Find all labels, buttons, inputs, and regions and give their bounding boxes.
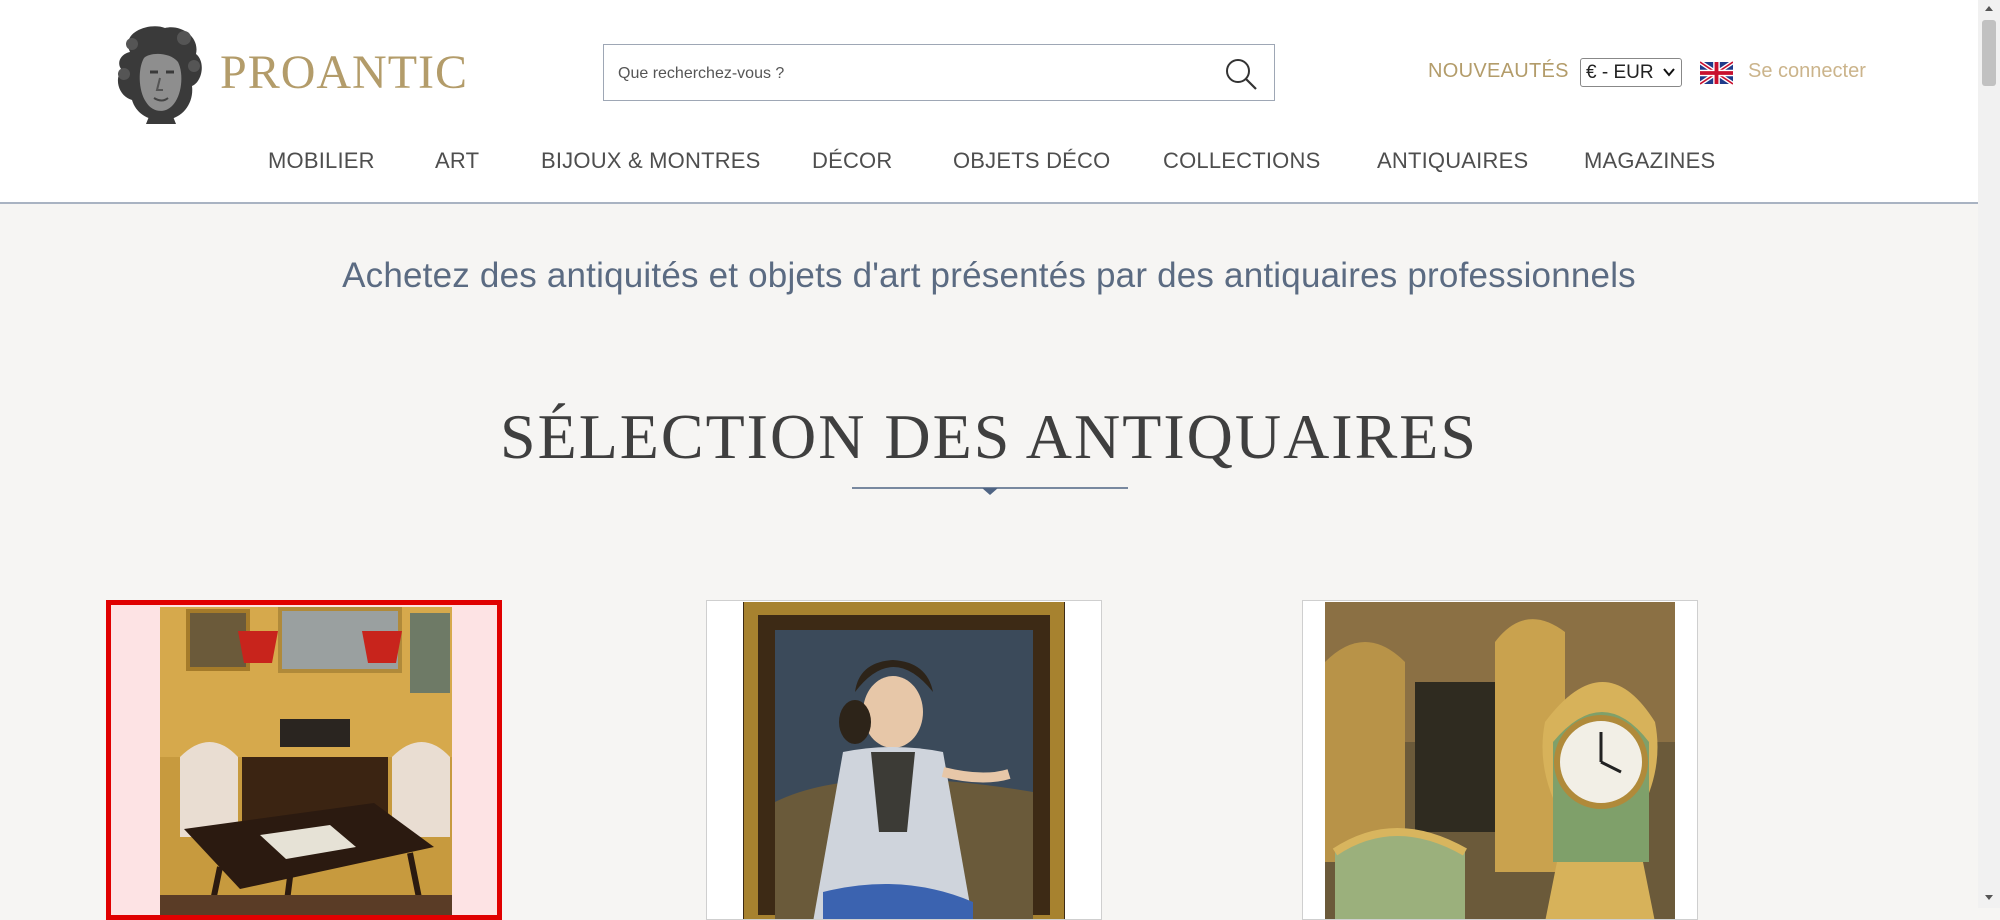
title-divider <box>852 487 1128 495</box>
site-header: PROANTIC NOUVEAUTÉS € - EUR Se connecter… <box>0 0 1978 204</box>
page-tagline: Achetez des antiquités et objets d'art p… <box>342 256 1636 295</box>
nav-item-collections[interactable]: COLLECTIONS <box>1163 148 1320 174</box>
product-card-1[interactable] <box>106 600 502 920</box>
head-sculpture-logo-icon <box>117 25 202 124</box>
brand-name: PROANTIC <box>220 46 469 99</box>
scroll-up-arrow-icon[interactable] <box>1985 5 1993 13</box>
scrollbar-thumb[interactable] <box>1982 20 1996 86</box>
uk-flag-icon[interactable] <box>1700 61 1733 85</box>
scroll-down-arrow-icon[interactable] <box>1985 893 1993 901</box>
main-nav: MOBILIER ART BIJOUX & MONTRES DÉCOR OBJE… <box>0 148 1978 178</box>
nav-item-art[interactable]: ART <box>435 148 479 174</box>
new-arrivals-link[interactable]: NOUVEAUTÉS <box>1428 60 1569 83</box>
nav-item-magazines[interactable]: MAGAZINES <box>1584 148 1715 174</box>
interior-game-table-image <box>160 607 452 915</box>
search-icon[interactable] <box>1224 57 1258 91</box>
chevron-down-icon <box>1663 68 1675 77</box>
nav-item-decor[interactable]: DÉCOR <box>812 148 892 174</box>
nav-item-objets-deco[interactable]: OBJETS DÉCO <box>953 148 1110 174</box>
nav-item-mobilier[interactable]: MOBILIER <box>268 148 375 174</box>
search-box <box>603 44 1275 102</box>
section-title: SÉLECTION DES ANTIQUAIRES <box>500 401 1478 472</box>
search-input[interactable] <box>616 45 1210 102</box>
login-link[interactable]: Se connecter <box>1748 60 1866 83</box>
nav-item-antiquaires[interactable]: ANTIQUAIRES <box>1377 148 1528 174</box>
currency-select[interactable]: € - EUR <box>1580 58 1682 87</box>
product-card-2[interactable] <box>706 600 1102 920</box>
page-scrollbar[interactable] <box>1978 0 2000 908</box>
product-card-3[interactable] <box>1302 600 1698 920</box>
brand-logo[interactable]: PROANTIC <box>110 20 468 125</box>
currency-value: € - EUR <box>1586 62 1654 83</box>
gilt-clock-image <box>1325 602 1675 919</box>
nav-item-bijoux-montres[interactable]: BIJOUX & MONTRES <box>541 148 761 174</box>
portrait-painting-image <box>743 602 1065 919</box>
